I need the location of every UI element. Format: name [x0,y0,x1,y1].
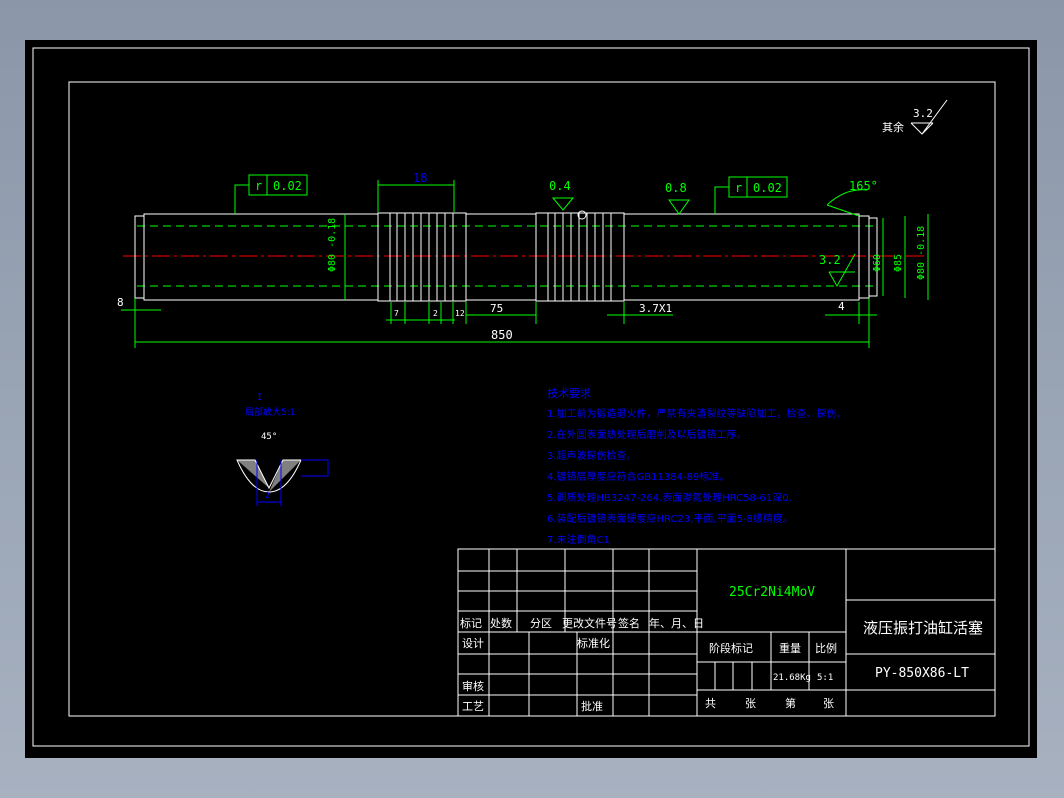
svg-text:设计: 设计 [462,637,484,650]
note-3: 3.超声波探伤检查。 [547,449,637,462]
svg-text:更改文件号: 更改文件号 [562,616,617,630]
dia1: Φ80 -0.18 [327,218,338,272]
roughness-32: 3.2 [819,253,856,288]
svg-text:张: 张 [745,697,756,710]
svg-text:标记: 标记 [460,616,482,630]
svg-text:处数: 处数 [490,617,512,630]
svg-text:第: 第 [785,696,796,710]
svg-text:批准: 批准 [581,699,603,713]
roughness-default-value: 3.2 [913,107,933,120]
svg-text:阶段标记: 阶段标记 [709,641,753,655]
note-1: 1.加工前为锻造退火件，严禁有夹渣裂纹等缺陷加工，检查、探伤。 [547,407,847,420]
tolerance-value-right: 0.02 [753,181,782,195]
tolerance-symbol-left: r [255,179,262,193]
tolerance-symbol-right: r [735,181,742,195]
note-5: 5.调质处理HB3247-264.表面渗氮处理HRC58-61深0. [547,491,792,504]
dia5: Φ80 -0.18 [916,226,927,280]
svg-text:签名: 签名 [618,616,640,630]
drawing-canvas: 其余 3.2 r 0.02 r 0.02 0.4 0.8 3.2 18 165°… [25,40,1037,758]
svg-text:0.8: 0.8 [665,181,687,195]
note-7: 7.未注倒角C1 [547,533,610,546]
dim-groove-spacing: 75 [490,302,503,315]
dia3: Φ60 [872,254,883,272]
svg-text:年、月、日: 年、月、日 [649,616,704,630]
dim-g1: 7 [394,309,399,318]
dim-right-offset: 4 [838,300,845,313]
detail-view: I 局部放大5:1 45° 2 [236,393,329,506]
dim-top-group-label: 18 [413,171,427,185]
dim-total: 850 [491,328,513,342]
scale-value: 5:1 [817,673,833,683]
svg-text:比例: 比例 [815,641,837,655]
detail-label: I [257,393,262,403]
part-name: 液压振打油缸活塞 [863,619,983,637]
svg-text:审核: 审核 [462,679,484,693]
notes-title: 技术要求 [547,387,591,400]
roughness-08: 0.8 [665,181,690,215]
outer-border [32,47,1030,747]
svg-text:0.4: 0.4 [549,179,571,193]
svg-text:张: 张 [823,697,834,710]
note-6: 6.装配后镀铬表面硬度应HRC23,平面,平面5-8级精度。 [547,512,793,525]
roughness-default-label: 其余 [882,120,904,134]
dim-groove-pitch: 3.7X1 [639,302,672,315]
angle-label: 165° [849,179,878,193]
dim-g3: 12 [455,309,465,318]
tolerance-value-left: 0.02 [273,179,302,193]
detail-angle: 45° [261,432,277,442]
svg-text:共: 共 [705,697,716,710]
svg-text:工艺: 工艺 [462,700,484,713]
angle-dim [826,189,868,217]
svg-text:3.2: 3.2 [819,253,841,267]
note-2: 2.在外圆表面热处理后磨削及以后镀铬工序。 [547,428,747,441]
note-4: 4.镀铬层厚度应符合GB11384-89标准。 [547,470,729,483]
material: 25Cr2Ni4MoV [729,585,815,600]
technical-notes: 技术要求 1.加工前为锻造退火件，严禁有夹渣裂纹等缺陷加工，检查、探伤。 2.在… [547,387,847,546]
detail-dim: 2 [265,491,270,500]
svg-text:标准化: 标准化 [577,636,610,650]
cad-drawing: 其余 3.2 r 0.02 r 0.02 0.4 0.8 3.2 18 165°… [32,47,1030,747]
svg-text:分区: 分区 [530,617,552,630]
dia4: Φ85 [893,254,904,272]
roughness-default: 其余 3.2 [882,99,948,135]
roughness-04: 0.4 [549,179,575,211]
svg-text:重量: 重量 [779,641,801,655]
drawing-number: PY-850X86-LT [875,666,969,681]
detail-scale: 局部放大5:1 [245,406,296,418]
dim-g2: 2 [433,309,438,318]
dim-left-offset: 8 [117,296,124,309]
weight-value: 21.68Kg [773,673,811,683]
